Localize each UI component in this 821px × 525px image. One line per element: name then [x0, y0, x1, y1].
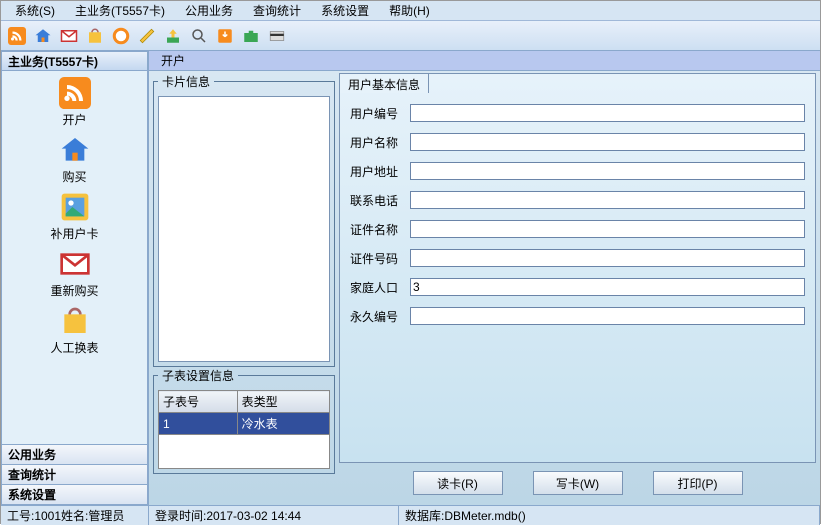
- search-icon[interactable]: [187, 24, 211, 48]
- card-list[interactable]: [158, 96, 330, 362]
- sub-settings-group: 子表设置信息 子表号 表类型 1 冷水表: [153, 367, 335, 474]
- sidebar-item-reissue[interactable]: 补用户卡: [2, 191, 147, 242]
- input-id-no[interactable]: [410, 249, 805, 267]
- button-row: 读卡(R) 写卡(W) 打印(P): [339, 471, 816, 495]
- sidebar-header[interactable]: 主业务(T5557卡): [1, 51, 148, 71]
- rss-icon[interactable]: [5, 24, 29, 48]
- menu-help[interactable]: 帮助(H): [379, 0, 440, 21]
- rss-icon: [59, 77, 91, 109]
- picture-icon: [59, 191, 91, 223]
- mail-icon[interactable]: [57, 24, 81, 48]
- bag-icon[interactable]: [83, 24, 107, 48]
- page-title: 开户: [149, 51, 820, 71]
- status-user: 工号:1001姓名:管理员: [1, 506, 149, 525]
- statusbar: 工号:1001姓名:管理员 登录时间:2017-03-02 14:44 数据库:…: [1, 505, 820, 525]
- sidebar-body: 开户 购买 补用户卡 重新购买 人工换表: [1, 71, 148, 445]
- input-family[interactable]: [410, 278, 805, 296]
- lifebuoy-icon[interactable]: [109, 24, 133, 48]
- sidebar-item-rebuy[interactable]: 重新购买: [2, 248, 147, 299]
- input-phone[interactable]: [410, 191, 805, 209]
- write-card-button[interactable]: 写卡(W): [533, 471, 623, 495]
- sidebar-item-label: 补用户卡: [50, 225, 98, 242]
- label-user-name: 用户名称: [350, 134, 410, 151]
- input-user-name[interactable]: [410, 133, 805, 151]
- menubar: 系统(S) 主业务(T5557卡) 公用业务 查询统计 系统设置 帮助(H): [1, 1, 820, 21]
- label-perm-no: 永久编号: [350, 308, 410, 325]
- sidebar-item-manual[interactable]: 人工换表: [2, 305, 147, 356]
- card-info-group: 卡片信息: [153, 73, 335, 367]
- print-button[interactable]: 打印(P): [653, 471, 743, 495]
- briefcase-icon[interactable]: [239, 24, 263, 48]
- tab-user-basic[interactable]: 用户基本信息: [339, 73, 429, 93]
- sidebar-item-label: 开户: [62, 111, 86, 128]
- sidebar-item-buy[interactable]: 购买: [2, 134, 147, 185]
- toolbar: [1, 21, 820, 51]
- cell-no: 1: [159, 413, 238, 435]
- sidebar-item-label: 购买: [62, 168, 86, 185]
- label-id-name: 证件名称: [350, 221, 410, 238]
- sidebar-public-biz[interactable]: 公用业务: [1, 445, 148, 465]
- sidebar-item-label: 人工换表: [50, 339, 98, 356]
- input-user-no[interactable]: [410, 104, 805, 122]
- card-info-legend: 卡片信息: [158, 73, 214, 90]
- home-icon: [59, 134, 91, 166]
- ruler-icon[interactable]: [135, 24, 159, 48]
- download-icon[interactable]: [213, 24, 237, 48]
- cell-type: 冷水表: [237, 413, 329, 435]
- label-family: 家庭人口: [350, 279, 410, 296]
- input-perm-no[interactable]: [410, 307, 805, 325]
- menu-query-stats[interactable]: 查询统计: [243, 0, 311, 21]
- label-user-no: 用户编号: [350, 105, 410, 122]
- status-login-time: 登录时间:2017-03-02 14:44: [149, 506, 399, 525]
- label-phone: 联系电话: [350, 192, 410, 209]
- sidebar: 主业务(T5557卡) 开户 购买 补用户卡 重新购买 人工换表: [1, 51, 149, 505]
- menu-public-biz[interactable]: 公用业务: [175, 0, 243, 21]
- sub-table[interactable]: 子表号 表类型 1 冷水表: [158, 390, 330, 435]
- menu-system[interactable]: 系统(S): [5, 0, 65, 21]
- menu-main-biz[interactable]: 主业务(T5557卡): [65, 0, 175, 21]
- table-row[interactable]: 1 冷水表: [159, 413, 330, 435]
- sub-col-no[interactable]: 子表号: [159, 391, 238, 413]
- sidebar-settings[interactable]: 系统设置: [1, 485, 148, 505]
- label-id-no: 证件号码: [350, 250, 410, 267]
- main: 开户 卡片信息 子表设置信息 子表号 表类型 1: [149, 51, 820, 505]
- user-info-tabset: 用户基本信息 用户编号 用户名称 用户地址 联系电话 证件名称 证件号码 家庭人…: [339, 73, 816, 463]
- label-user-addr: 用户地址: [350, 163, 410, 180]
- sub-col-type[interactable]: 表类型: [237, 391, 329, 413]
- upload-icon[interactable]: [161, 24, 185, 48]
- read-card-button[interactable]: 读卡(R): [413, 471, 503, 495]
- status-database: 数据库:DBMeter.mdb(): [399, 506, 820, 525]
- bag-icon: [59, 305, 91, 337]
- home-icon[interactable]: [31, 24, 55, 48]
- sub-table-empty: [158, 435, 330, 469]
- mail-icon: [59, 248, 91, 280]
- sidebar-item-open[interactable]: 开户: [2, 77, 147, 128]
- input-id-name[interactable]: [410, 220, 805, 238]
- menu-settings[interactable]: 系统设置: [311, 0, 379, 21]
- input-user-addr[interactable]: [410, 162, 805, 180]
- card-icon[interactable]: [265, 24, 289, 48]
- sub-settings-legend: 子表设置信息: [158, 367, 238, 384]
- sidebar-query-stats[interactable]: 查询统计: [1, 465, 148, 485]
- sidebar-item-label: 重新购买: [50, 282, 98, 299]
